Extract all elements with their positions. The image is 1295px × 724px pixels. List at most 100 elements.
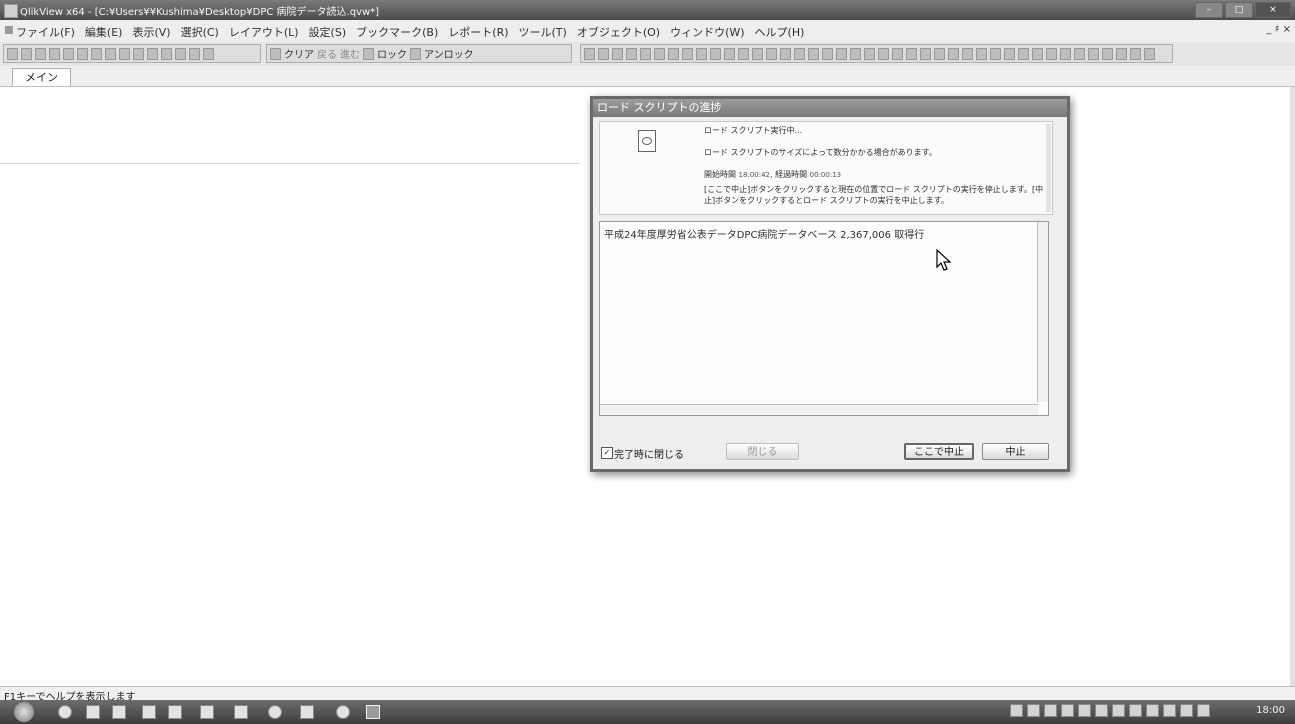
clock[interactable]: 18:00 xyxy=(1256,705,1285,716)
forward-button[interactable]: 進む xyxy=(340,46,360,61)
design-tool-icon[interactable] xyxy=(724,47,735,60)
menu-selections[interactable]: 選択(C) xyxy=(181,24,219,40)
mdi-controls[interactable]: _ ♯ × xyxy=(1266,24,1291,35)
clear-icon[interactable] xyxy=(270,47,281,60)
tray-icon[interactable] xyxy=(1129,704,1142,717)
menu-settings[interactable]: 設定(S) xyxy=(309,24,347,40)
design-tool-icon[interactable] xyxy=(598,47,609,60)
design-tool-icon[interactable] xyxy=(668,47,679,60)
minimize-icon[interactable]: – xyxy=(1195,2,1223,18)
find-icon[interactable] xyxy=(133,47,144,60)
tray-icon[interactable] xyxy=(1010,704,1023,717)
design-tool-icon[interactable] xyxy=(976,47,987,60)
design-tool-icon[interactable] xyxy=(878,47,889,60)
print-pdf-icon[interactable] xyxy=(63,47,74,60)
menu-reports[interactable]: レポート(R) xyxy=(448,24,508,40)
unlock-button[interactable]: アンロック xyxy=(424,46,474,61)
design-tool-icon[interactable] xyxy=(710,47,721,60)
tray-icon[interactable] xyxy=(1044,704,1057,717)
taskbar-app-icon[interactable] xyxy=(200,705,214,719)
taskbar-app-icon[interactable] xyxy=(336,705,350,719)
design-tool-icon[interactable] xyxy=(738,47,749,60)
lock-button[interactable]: ロック xyxy=(377,46,407,61)
taskbar-app-icon[interactable] xyxy=(168,705,182,719)
lock-icon[interactable] xyxy=(363,47,374,60)
volume-icon[interactable] xyxy=(1197,704,1210,717)
design-tool-icon[interactable] xyxy=(822,47,833,60)
new-icon[interactable] xyxy=(7,47,18,60)
design-tool-icon[interactable] xyxy=(640,47,651,60)
abort-button[interactable]: 中止 xyxy=(982,443,1049,460)
taskbar-app-icon[interactable] xyxy=(300,705,314,719)
menu-view[interactable]: 表示(V) xyxy=(132,24,170,40)
tray-icon[interactable] xyxy=(1146,704,1159,717)
start-icon[interactable] xyxy=(14,702,34,722)
design-tool-icon[interactable] xyxy=(836,47,847,60)
design-tool-icon[interactable] xyxy=(864,47,875,60)
design-tool-icon[interactable] xyxy=(766,47,777,60)
menu-window[interactable]: ウィンドウ(W) xyxy=(670,24,744,40)
design-tool-icon[interactable] xyxy=(682,47,693,60)
help-icon[interactable] xyxy=(203,47,214,60)
taskbar-app-icon[interactable] xyxy=(142,705,156,719)
doc-menu-icon[interactable] xyxy=(5,26,13,34)
design-tool-icon[interactable] xyxy=(1018,47,1029,60)
close-on-finish-checkbox[interactable]: ✓ xyxy=(601,447,613,459)
tray-icon[interactable] xyxy=(1095,704,1108,717)
qlikview-taskbar-icon[interactable] xyxy=(366,705,380,719)
tray-icon[interactable] xyxy=(1112,704,1125,717)
save-icon[interactable] xyxy=(35,47,46,60)
design-tool-icon[interactable] xyxy=(780,47,791,60)
design-tool-icon[interactable] xyxy=(1144,47,1155,60)
taskbar-app-icon[interactable] xyxy=(268,705,282,719)
tray-icon[interactable] xyxy=(1180,704,1193,717)
close-on-finish-label[interactable]: 完了時に閉じる xyxy=(614,446,684,461)
menu-edit[interactable]: 編集(E) xyxy=(85,24,123,40)
explorer-icon[interactable] xyxy=(86,705,100,719)
taskbar-app-icon[interactable] xyxy=(234,705,248,719)
clear-button[interactable]: クリア xyxy=(284,46,314,61)
back-button[interactable]: 戻る xyxy=(317,46,337,61)
close-button[interactable]: 閉じる xyxy=(726,443,799,460)
design-tool-icon[interactable] xyxy=(934,47,945,60)
design-tool-icon[interactable] xyxy=(1102,47,1113,60)
design-tool-icon[interactable] xyxy=(1116,47,1127,60)
design-tool-icon[interactable] xyxy=(808,47,819,60)
design-tool-icon[interactable] xyxy=(752,47,763,60)
tray-icon[interactable] xyxy=(1027,704,1040,717)
design-tool-icon[interactable] xyxy=(948,47,959,60)
tab-main[interactable]: メイン xyxy=(12,68,71,86)
menu-layout[interactable]: レイアウト(L) xyxy=(229,24,299,40)
design-tool-icon[interactable] xyxy=(794,47,805,60)
design-tool-icon[interactable] xyxy=(920,47,931,60)
design-tool-icon[interactable] xyxy=(612,47,623,60)
design-tool-icon[interactable] xyxy=(1088,47,1099,60)
log-vertical-scrollbar[interactable] xyxy=(1037,222,1048,402)
menu-help[interactable]: ヘルプ(H) xyxy=(755,24,805,40)
taskbar-app-icon[interactable] xyxy=(112,705,126,719)
info-scrollbar[interactable] xyxy=(1046,124,1051,212)
tray-icon[interactable] xyxy=(1078,704,1091,717)
design-tool-icon[interactable] xyxy=(906,47,917,60)
design-tool-icon[interactable] xyxy=(584,47,595,60)
design-tool-icon[interactable] xyxy=(626,47,637,60)
redo-icon[interactable] xyxy=(119,47,130,60)
print-icon[interactable] xyxy=(49,47,60,60)
design-tool-icon[interactable] xyxy=(1046,47,1057,60)
unlock-icon[interactable] xyxy=(410,47,421,60)
partial-reload-icon[interactable] xyxy=(175,47,186,60)
browser-icon[interactable] xyxy=(58,705,72,719)
design-tool-icon[interactable] xyxy=(1032,47,1043,60)
table-viewer-icon[interactable] xyxy=(189,47,200,60)
design-tool-icon[interactable] xyxy=(1074,47,1085,60)
design-tool-icon[interactable] xyxy=(850,47,861,60)
sheet-scrollbar[interactable] xyxy=(1290,87,1295,686)
edit-script-icon[interactable] xyxy=(147,47,158,60)
menu-tools[interactable]: ツール(T) xyxy=(519,24,567,40)
menu-bookmarks[interactable]: ブックマーク(B) xyxy=(356,24,438,40)
log-horizontal-scrollbar[interactable] xyxy=(600,404,1038,415)
design-tool-icon[interactable] xyxy=(892,47,903,60)
copy-icon[interactable] xyxy=(91,47,102,60)
maximize-icon[interactable]: □ xyxy=(1225,2,1253,18)
menu-object[interactable]: オブジェクト(O) xyxy=(577,24,660,40)
